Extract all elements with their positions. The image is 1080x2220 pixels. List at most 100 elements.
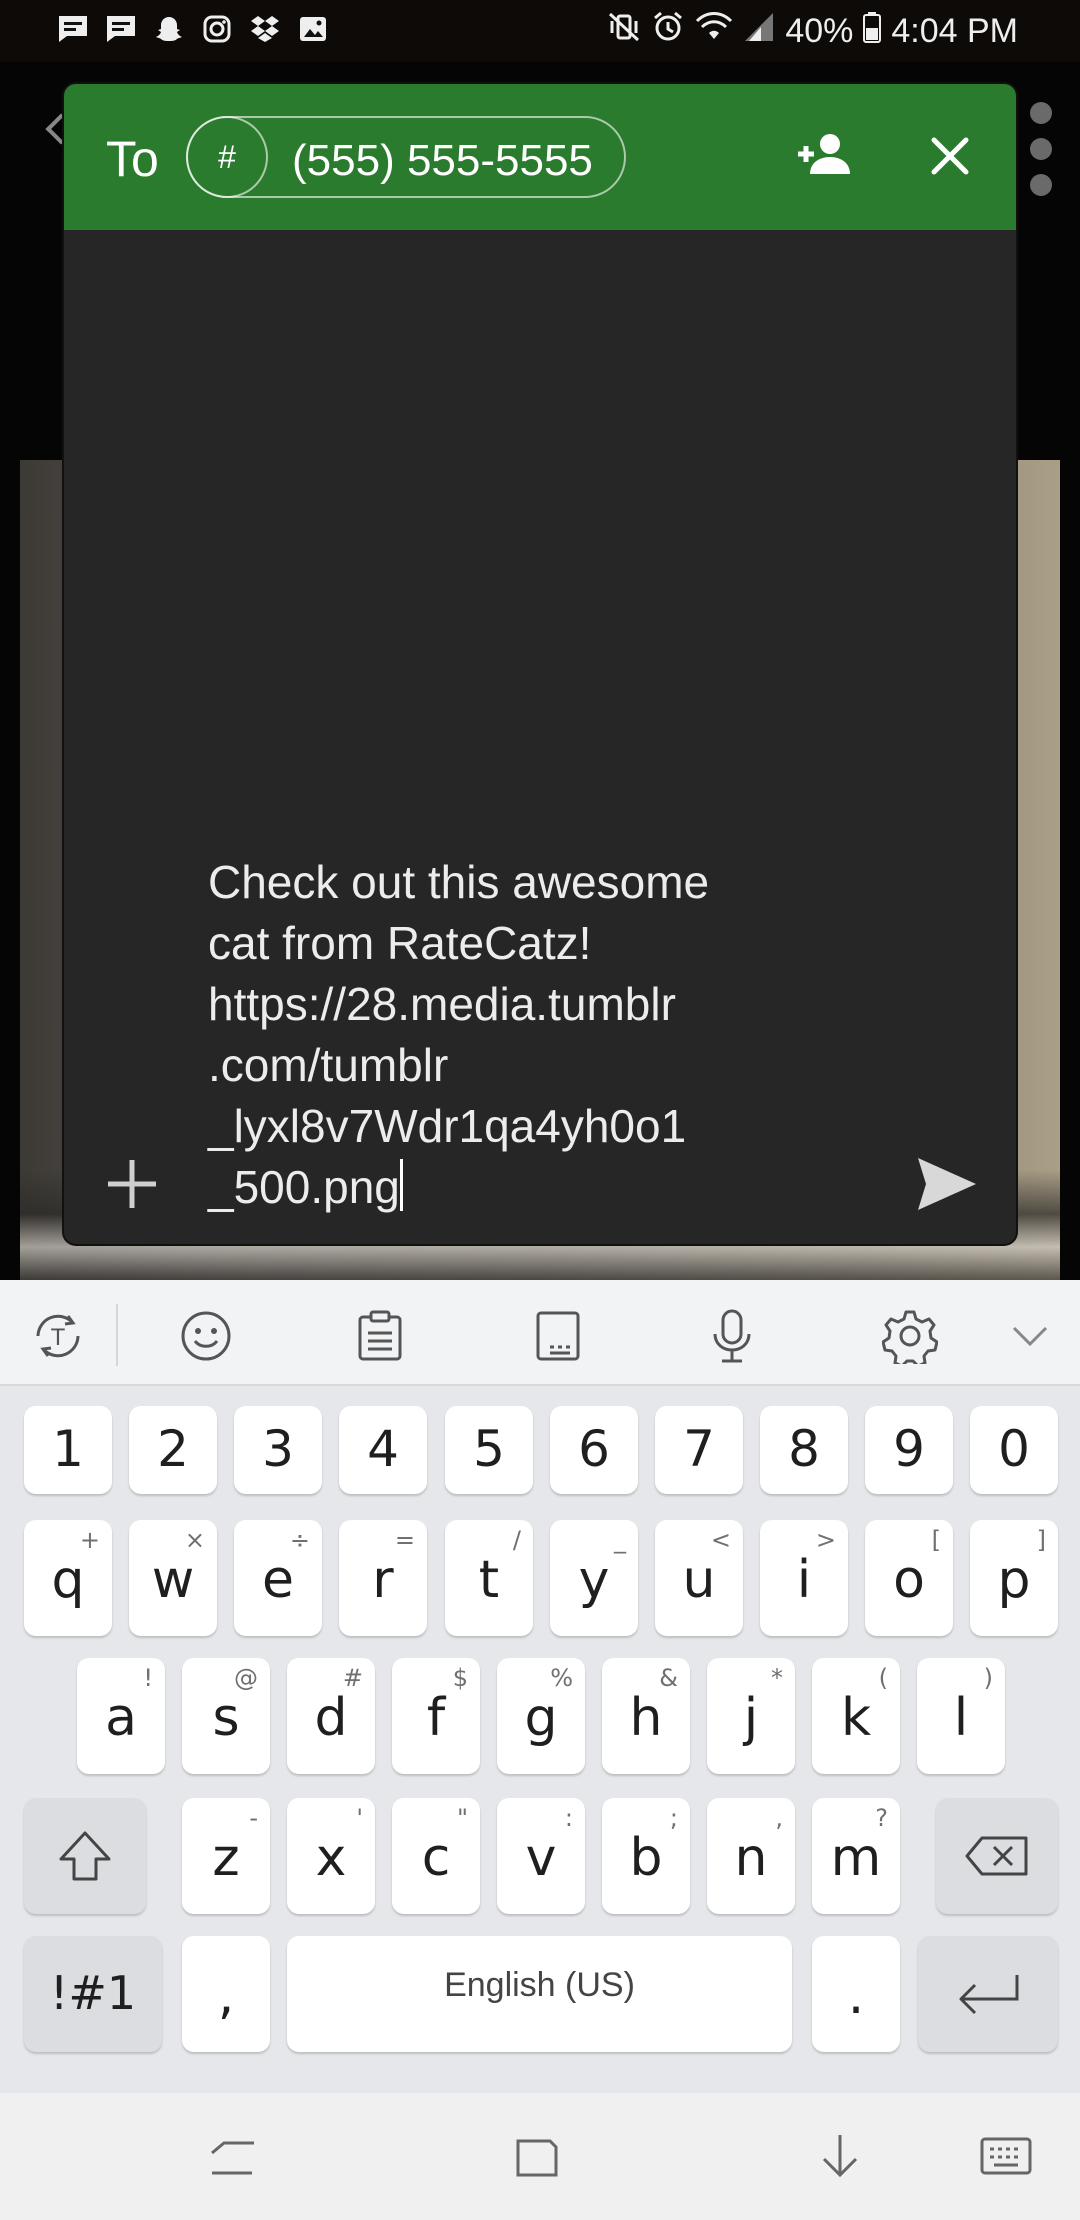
system-status: 40% 4:04 PM	[607, 10, 1018, 53]
key-4[interactable]: 4	[339, 1406, 427, 1494]
text-prediction-icon: T	[36, 1314, 80, 1358]
add-recipient-button[interactable]	[794, 130, 854, 180]
key-d[interactable]: # d	[287, 1658, 375, 1774]
enter-icon	[959, 1975, 1019, 2015]
key-s[interactable]: @ s	[182, 1658, 270, 1774]
keyboard: T 1 2 3 4 5 6 7 8 9 0 + q × w ÷ e = r / …	[0, 1280, 1080, 2093]
recent-apps-button[interactable]	[202, 2129, 262, 2185]
recent-apps-icon	[211, 2141, 254, 2175]
message-icon	[56, 12, 90, 46]
key-b[interactable]: ; b	[602, 1798, 690, 1914]
key-v[interactable]: :v	[497, 1798, 585, 1914]
hide-keyboard-button[interactable]	[810, 2129, 870, 2185]
key-z[interactable]: -z	[182, 1798, 270, 1914]
space-key[interactable]: English (US)	[287, 1936, 792, 2052]
navigation-bar	[0, 2093, 1080, 2220]
clipboard-button[interactable]	[350, 1306, 410, 1366]
snapchat-icon	[152, 12, 186, 46]
close-button[interactable]	[924, 130, 976, 182]
text-cursor	[399, 1159, 403, 1211]
instagram-icon	[200, 12, 234, 46]
voice-input-button[interactable]	[702, 1306, 762, 1366]
send-button[interactable]	[914, 1154, 980, 1214]
keyboard-settings-button[interactable]	[880, 1306, 940, 1366]
alarm-icon	[651, 10, 685, 53]
gear-icon	[882, 1310, 938, 1364]
text-prediction-button[interactable]: T	[28, 1306, 88, 1366]
emoji-icon	[181, 1311, 231, 1361]
recipient-number: (555) 555-5555	[292, 136, 593, 185]
dropbox-icon	[248, 12, 282, 46]
keyboard-switch-button[interactable]	[976, 2129, 1036, 2185]
compose-message-dialog: To # (555) 555-5555 Check out this aweso…	[64, 84, 1016, 1244]
backspace-key[interactable]	[936, 1798, 1058, 1914]
key-7[interactable]: 7	[655, 1406, 743, 1494]
key-p[interactable]: ] p	[970, 1520, 1058, 1636]
vibrate-mute-icon	[607, 11, 641, 52]
comma-key[interactable]: ,	[182, 1936, 270, 2052]
home-icon	[516, 2139, 558, 2177]
hide-toolbar-button[interactable]	[1000, 1306, 1060, 1366]
key-o[interactable]: [o	[865, 1520, 953, 1636]
key-q[interactable]: + q	[24, 1520, 112, 1636]
wifi-icon	[695, 11, 733, 52]
attach-button[interactable]	[102, 1154, 162, 1214]
key-3[interactable]: 3	[234, 1406, 322, 1494]
arrow-down-icon	[822, 2135, 858, 2178]
key-j[interactable]: * j	[707, 1658, 795, 1774]
notification-icons	[56, 12, 330, 46]
key-w[interactable]: × w	[129, 1520, 217, 1636]
battery-icon	[863, 11, 882, 52]
battery-percent: 40%	[785, 12, 854, 50]
key-6[interactable]: 6	[550, 1406, 638, 1494]
period-key[interactable]: .	[812, 1936, 900, 2052]
key-c[interactable]: " c	[392, 1798, 480, 1914]
key-e[interactable]: ÷ e	[234, 1520, 322, 1636]
image-icon	[296, 12, 330, 46]
shift-icon	[59, 1831, 111, 1881]
key-5[interactable]: 5	[445, 1406, 533, 1494]
signal-icon	[743, 11, 775, 52]
key-u[interactable]: < u	[655, 1520, 743, 1636]
enter-key[interactable]	[918, 1936, 1058, 2052]
one-handed-keyboard-button[interactable]	[528, 1306, 588, 1366]
status-bar: 40% 4:04 PM	[0, 0, 1080, 62]
shift-key[interactable]	[24, 1798, 146, 1914]
key-t[interactable]: / t	[445, 1520, 533, 1636]
key-l[interactable]: ) l	[917, 1658, 1005, 1774]
key-g[interactable]: % g	[497, 1658, 585, 1774]
key-r[interactable]: = r	[339, 1520, 427, 1636]
recipient-chip[interactable]: # (555) 555-5555	[186, 116, 626, 198]
key-x[interactable]: ' x	[287, 1798, 375, 1914]
clipboard-icon	[358, 1310, 402, 1361]
key-1[interactable]: 1	[24, 1406, 112, 1494]
key-i[interactable]: > i	[760, 1520, 848, 1636]
message-text: Check out this awesome cat from RateCatz…	[208, 856, 710, 1213]
emoji-button[interactable]	[176, 1306, 236, 1366]
key-m[interactable]: ? m	[812, 1798, 900, 1914]
key-0[interactable]: 0	[970, 1406, 1058, 1494]
key-n[interactable]: ,n	[707, 1798, 795, 1914]
message-input[interactable]: Check out this awesome cat from RateCatz…	[208, 852, 828, 1218]
toolbar-divider	[116, 1304, 118, 1366]
key-a[interactable]: ! a	[77, 1658, 165, 1774]
keyboard-toolbar: T	[0, 1280, 1080, 1386]
key-y[interactable]: _ y	[550, 1520, 638, 1636]
key-8[interactable]: 8	[760, 1406, 848, 1494]
key-9[interactable]: 9	[865, 1406, 953, 1494]
microphone-icon	[713, 1309, 751, 1363]
send-icon	[918, 1158, 976, 1210]
home-button[interactable]	[506, 2129, 566, 2185]
recipient-header: To # (555) 555-5555	[64, 84, 1016, 230]
close-icon	[931, 137, 969, 175]
symbols-key[interactable]: !#1	[24, 1936, 162, 2052]
key-h[interactable]: & h	[602, 1658, 690, 1774]
to-label: To	[106, 131, 159, 187]
add-person-icon	[798, 134, 850, 174]
backspace-icon	[965, 1836, 1028, 1876]
key-f[interactable]: $ f	[392, 1658, 480, 1774]
key-k[interactable]: (k	[812, 1658, 900, 1774]
recipient-avatar: #	[186, 116, 268, 198]
keyboard-icon	[980, 2137, 1032, 2175]
key-2[interactable]: 2	[129, 1406, 217, 1494]
